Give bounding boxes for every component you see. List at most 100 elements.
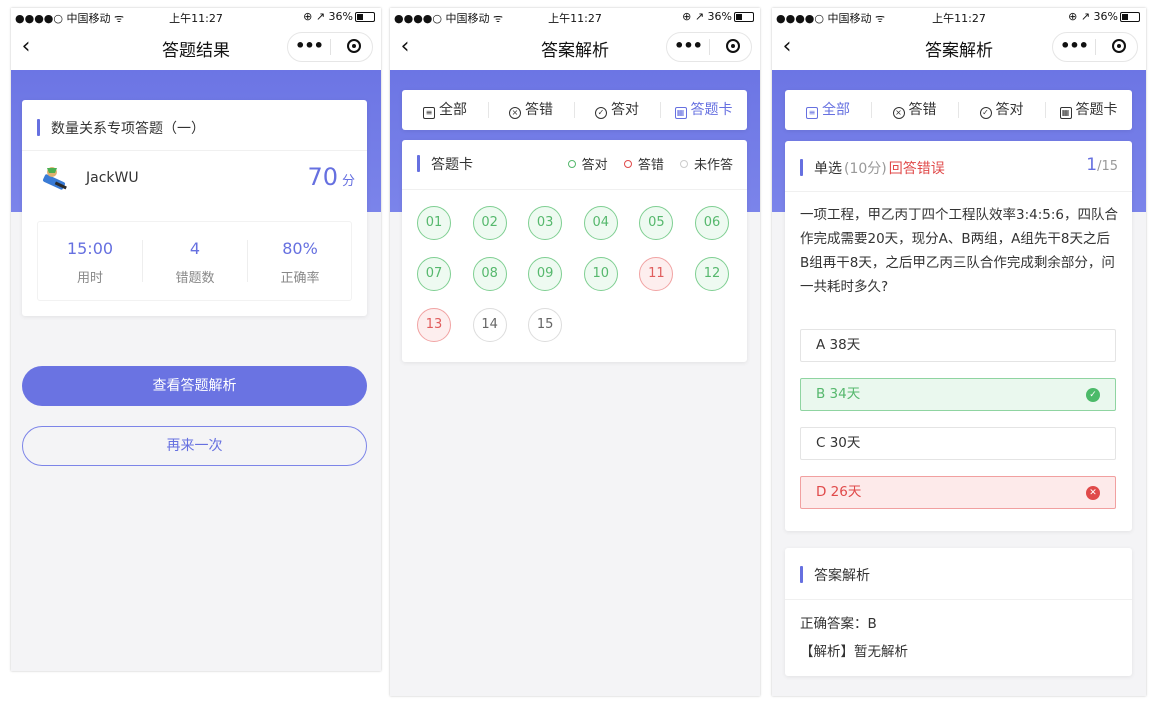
status-bar: ●●●●○ 中国移动 ᯤ 上午11:27 ⊕ ↗ 36% (390, 8, 760, 25)
question-number-button[interactable]: 07 (417, 257, 451, 291)
answer-status: 回答错误 (888, 161, 945, 177)
question-number-button[interactable]: 06 (695, 206, 729, 240)
option-label: A 38天 (816, 337, 861, 353)
tab-answer-sheet[interactable]: ▦ 答题卡 (660, 90, 747, 130)
quiz-name: 数量关系专项答题（一） (37, 118, 205, 138)
option-a[interactable]: A 38天 (800, 329, 1116, 362)
question-number-button[interactable]: 11 (639, 257, 674, 291)
analysis-title: 答案解析 (800, 565, 870, 585)
status-right: ⊕ ↗ 36% (682, 10, 754, 23)
tab-label: 答题卡 (1075, 102, 1118, 118)
status-bar: ●●●●○ 中国移动 ᯤ 上午11:27 ⊕ ↗ 36% (11, 8, 381, 25)
stat-value: 15:00 (66, 239, 114, 258)
stat-label: 正确率 (280, 271, 320, 286)
status-bar: ●●●●○ 中国移动 ᯤ 上午11:27 ⊕ ↗ 36% (772, 8, 1146, 25)
screen-quiz-result: ●●●●○ 中国移动 ᯤ 上午11:27 ⊕ ↗ 36% ‹ 答题结果 ••• … (11, 8, 381, 671)
grid-icon: ▦ (674, 107, 687, 119)
legend-correct: 答对 (581, 158, 608, 173)
battery-text: ⊕ ↗ 36% (303, 10, 353, 23)
tab-label: 答题卡 (690, 102, 733, 118)
legend: 答对 答错 未作答 (556, 154, 733, 173)
x-icon: ✕ (1086, 486, 1100, 500)
avatar (42, 167, 67, 190)
more-icon[interactable]: ••• (1053, 36, 1095, 55)
question-current: 1 (1086, 155, 1098, 175)
more-icon[interactable]: ••• (288, 36, 330, 55)
mini-program-capsule: ••• (666, 32, 752, 62)
battery-icon (355, 12, 375, 22)
option-d[interactable]: D 26天 ✕ (800, 476, 1116, 509)
stat-accuracy: 80% 正确率 (248, 222, 352, 300)
close-target-icon[interactable] (347, 39, 361, 53)
legend-wrong: 答错 (637, 158, 664, 173)
question-header: 单选 (10分) 回答错误 (800, 158, 945, 178)
tab-label: 答错 (908, 102, 937, 118)
option-label: C 30天 (816, 435, 861, 451)
x-circle-icon: × (892, 107, 905, 119)
tab-answer-sheet[interactable]: ▦ 答题卡 (1045, 90, 1132, 130)
check-circle-icon: ✓ (595, 107, 607, 119)
tab-all[interactable]: ≡ 全部 (402, 90, 488, 130)
question-number-button[interactable]: 08 (472, 257, 507, 291)
explanation: 【解析】暂无解析 (800, 644, 908, 660)
analysis-card: 答案解析 正确答案：B 【解析】暂无解析 (785, 548, 1132, 676)
stat-wrong-count: 4 错题数 (143, 222, 247, 300)
tab-wrong[interactable]: × 答错 (488, 90, 574, 130)
question-number-button[interactable]: 03 (528, 206, 563, 240)
answer-sheet-card: 答题卡 答对 答错 未作答 01 02 03 04 05 06 07 08 09 10 11 12 13… (402, 140, 747, 362)
filter-tabs: ≡ 全部 × 答错 ✓ 答对 ▦ 答题卡 (402, 90, 747, 130)
question-number-button[interactable]: 05 (639, 206, 674, 240)
tab-correct[interactable]: ✓ 答对 (958, 90, 1045, 130)
question-number-button[interactable]: 15 (528, 308, 563, 342)
question-number-button[interactable]: 04 (583, 206, 618, 240)
question-number-button[interactable]: 10 (583, 257, 618, 291)
tab-correct[interactable]: ✓ 答对 (574, 90, 660, 130)
option-b[interactable]: B 34天 ✓ (800, 378, 1116, 411)
username: JackWU (86, 170, 139, 186)
question-text: 一项工程，甲乙丙丁四个工程队效率3:4:5:6，四队合作完成需要20天，现分A、… (800, 207, 1119, 295)
tab-label: 答对 (995, 102, 1024, 118)
tab-label: 全部 (822, 102, 850, 118)
screen-answer-sheet: ●●●●○ 中国移动 ᯤ 上午11:27 ⊕ ↗ 36% ‹ 答案解析 ••• … (390, 8, 760, 696)
stat-label: 用时 (76, 271, 103, 286)
retry-button[interactable]: 再来一次 (22, 426, 367, 466)
view-analysis-button[interactable]: 查看答题解析 (22, 366, 367, 406)
option-label: D 26天 (816, 484, 862, 500)
legend-wrong-dot (623, 160, 632, 168)
battery-text: ⊕ ↗ 36% (682, 10, 732, 23)
stat-value: 4 (189, 239, 201, 258)
status-right: ⊕ ↗ 36% (1068, 10, 1140, 23)
stat-time: 15:00 用时 (38, 222, 142, 300)
tab-wrong[interactable]: × 答错 (871, 90, 958, 130)
nav-bar: ‹ 答案解析 ••• (772, 24, 1146, 70)
question-progress: 1/15 (1086, 155, 1118, 175)
legend-unanswered-dot (679, 160, 688, 168)
question-points: (10分) (844, 161, 887, 177)
card-title: 答题卡 (417, 154, 473, 174)
question-card: 单选 (10分) 回答错误 1/15 一项工程，甲乙丙丁四个工程队效率3:4:5:6… (785, 141, 1132, 531)
x-circle-icon: × (509, 107, 521, 119)
question-number-button[interactable]: 09 (528, 257, 563, 291)
question-type: 单选 (814, 161, 842, 177)
correct-answer: 正确答案：B (800, 616, 877, 632)
close-target-icon[interactable] (1112, 39, 1126, 53)
question-total: /15 (1097, 159, 1118, 174)
question-number-button[interactable]: 12 (695, 257, 729, 291)
question-number-button[interactable]: 02 (472, 206, 507, 240)
question-number-button[interactable]: 13 (417, 308, 451, 342)
mini-program-capsule: ••• (287, 32, 373, 62)
score-unit: 分 (341, 174, 355, 189)
tab-all[interactable]: ≡ 全部 (785, 90, 871, 130)
list-icon: ≡ (423, 107, 435, 119)
option-c[interactable]: C 30天 (800, 427, 1116, 460)
nav-bar: ‹ 答题结果 ••• (11, 24, 381, 70)
more-icon[interactable]: ••• (667, 36, 709, 55)
question-number-button[interactable]: 14 (472, 308, 507, 342)
battery-icon (1120, 12, 1140, 22)
check-icon: ✓ (1086, 388, 1100, 402)
close-target-icon[interactable] (726, 39, 740, 53)
battery-text: ⊕ ↗ 36% (1068, 10, 1118, 23)
filter-tabs: ≡ 全部 × 答错 ✓ 答对 ▦ 答题卡 (785, 90, 1132, 130)
result-card: 数量关系专项答题（一） JackWU 70 分 15:00 用时 4 错题数 80… (22, 100, 367, 316)
question-number-button[interactable]: 01 (417, 206, 451, 240)
